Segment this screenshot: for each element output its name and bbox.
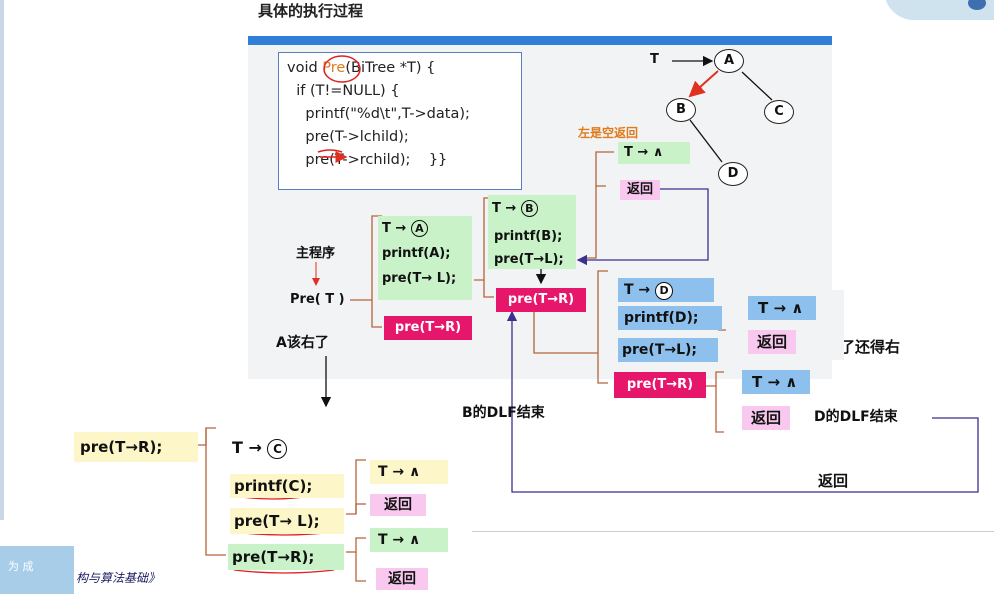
frame-b-pre-r: pre(T→R) bbox=[496, 288, 586, 312]
tree-t-label: T bbox=[650, 52, 659, 67]
panel-c-right-return: 返回 bbox=[376, 568, 428, 590]
frame-b-left-t: T → ∧ bbox=[618, 142, 690, 164]
frame-d-pre-l: pre(T→L); bbox=[618, 338, 718, 362]
frame-d-left-t: T → ∧ bbox=[748, 296, 816, 320]
a-right-note: A该右了 bbox=[276, 335, 329, 351]
tree-node-d: D bbox=[718, 162, 748, 186]
tree-node-c: C bbox=[764, 100, 794, 124]
frame-d-pre-r: pre(T→R) bbox=[614, 372, 706, 398]
frame-d-t: T → D bbox=[618, 278, 714, 302]
panel-c-pre-l: pre(T→ L); bbox=[230, 508, 344, 534]
frame-b-t: T → B bbox=[492, 200, 538, 217]
panel-c-pre-r: pre(T→R); bbox=[228, 544, 344, 570]
return-label: 返回 bbox=[818, 472, 849, 490]
frame-b-pre-l: pre(T→L); bbox=[494, 252, 564, 267]
tree-node-b: B bbox=[666, 98, 696, 122]
panel-c-call: pre(T→R); bbox=[74, 432, 198, 462]
frame-d-right-t: T → ∧ bbox=[742, 370, 810, 394]
panel-c-printf: printf(C); bbox=[230, 474, 344, 498]
panel-c-node: C bbox=[267, 439, 288, 459]
frame-d-end: D的DLF结束 bbox=[814, 409, 898, 425]
frame-d-node: D bbox=[655, 282, 674, 300]
panel-c-left-t: T → ∧ bbox=[370, 460, 448, 484]
frame-a-printf: printf(A); bbox=[382, 246, 451, 261]
panel-c-left-return: 返回 bbox=[370, 494, 426, 516]
tree-node-a: A bbox=[714, 49, 744, 73]
frame-b-end: B的DLF结束 bbox=[462, 405, 545, 421]
panel-c-right-t: T → ∧ bbox=[370, 528, 448, 552]
frame-a-pre-r: pre(T→R) bbox=[384, 316, 472, 340]
frame-d-left-return: 返回 bbox=[748, 330, 796, 354]
pre-t-label: Pre( T ) bbox=[290, 292, 345, 307]
frame-a-t: T → A bbox=[382, 220, 428, 237]
frame-a-node: A bbox=[410, 220, 428, 237]
frame-b-printf: printf(B); bbox=[494, 229, 563, 244]
panel-c-t: T → C bbox=[232, 438, 288, 459]
frame-d-printf: printf(D); bbox=[618, 306, 722, 330]
frame-b-left-return: 返回 bbox=[620, 180, 660, 200]
frame-b-node: B bbox=[520, 200, 538, 217]
left-empty-note: 左是空返回 bbox=[578, 126, 639, 140]
frame-d-right-return: 返回 bbox=[742, 406, 790, 430]
frame-a-pre-l: pre(T→ L); bbox=[382, 271, 457, 286]
main-program-label: 主程序 bbox=[296, 246, 336, 261]
